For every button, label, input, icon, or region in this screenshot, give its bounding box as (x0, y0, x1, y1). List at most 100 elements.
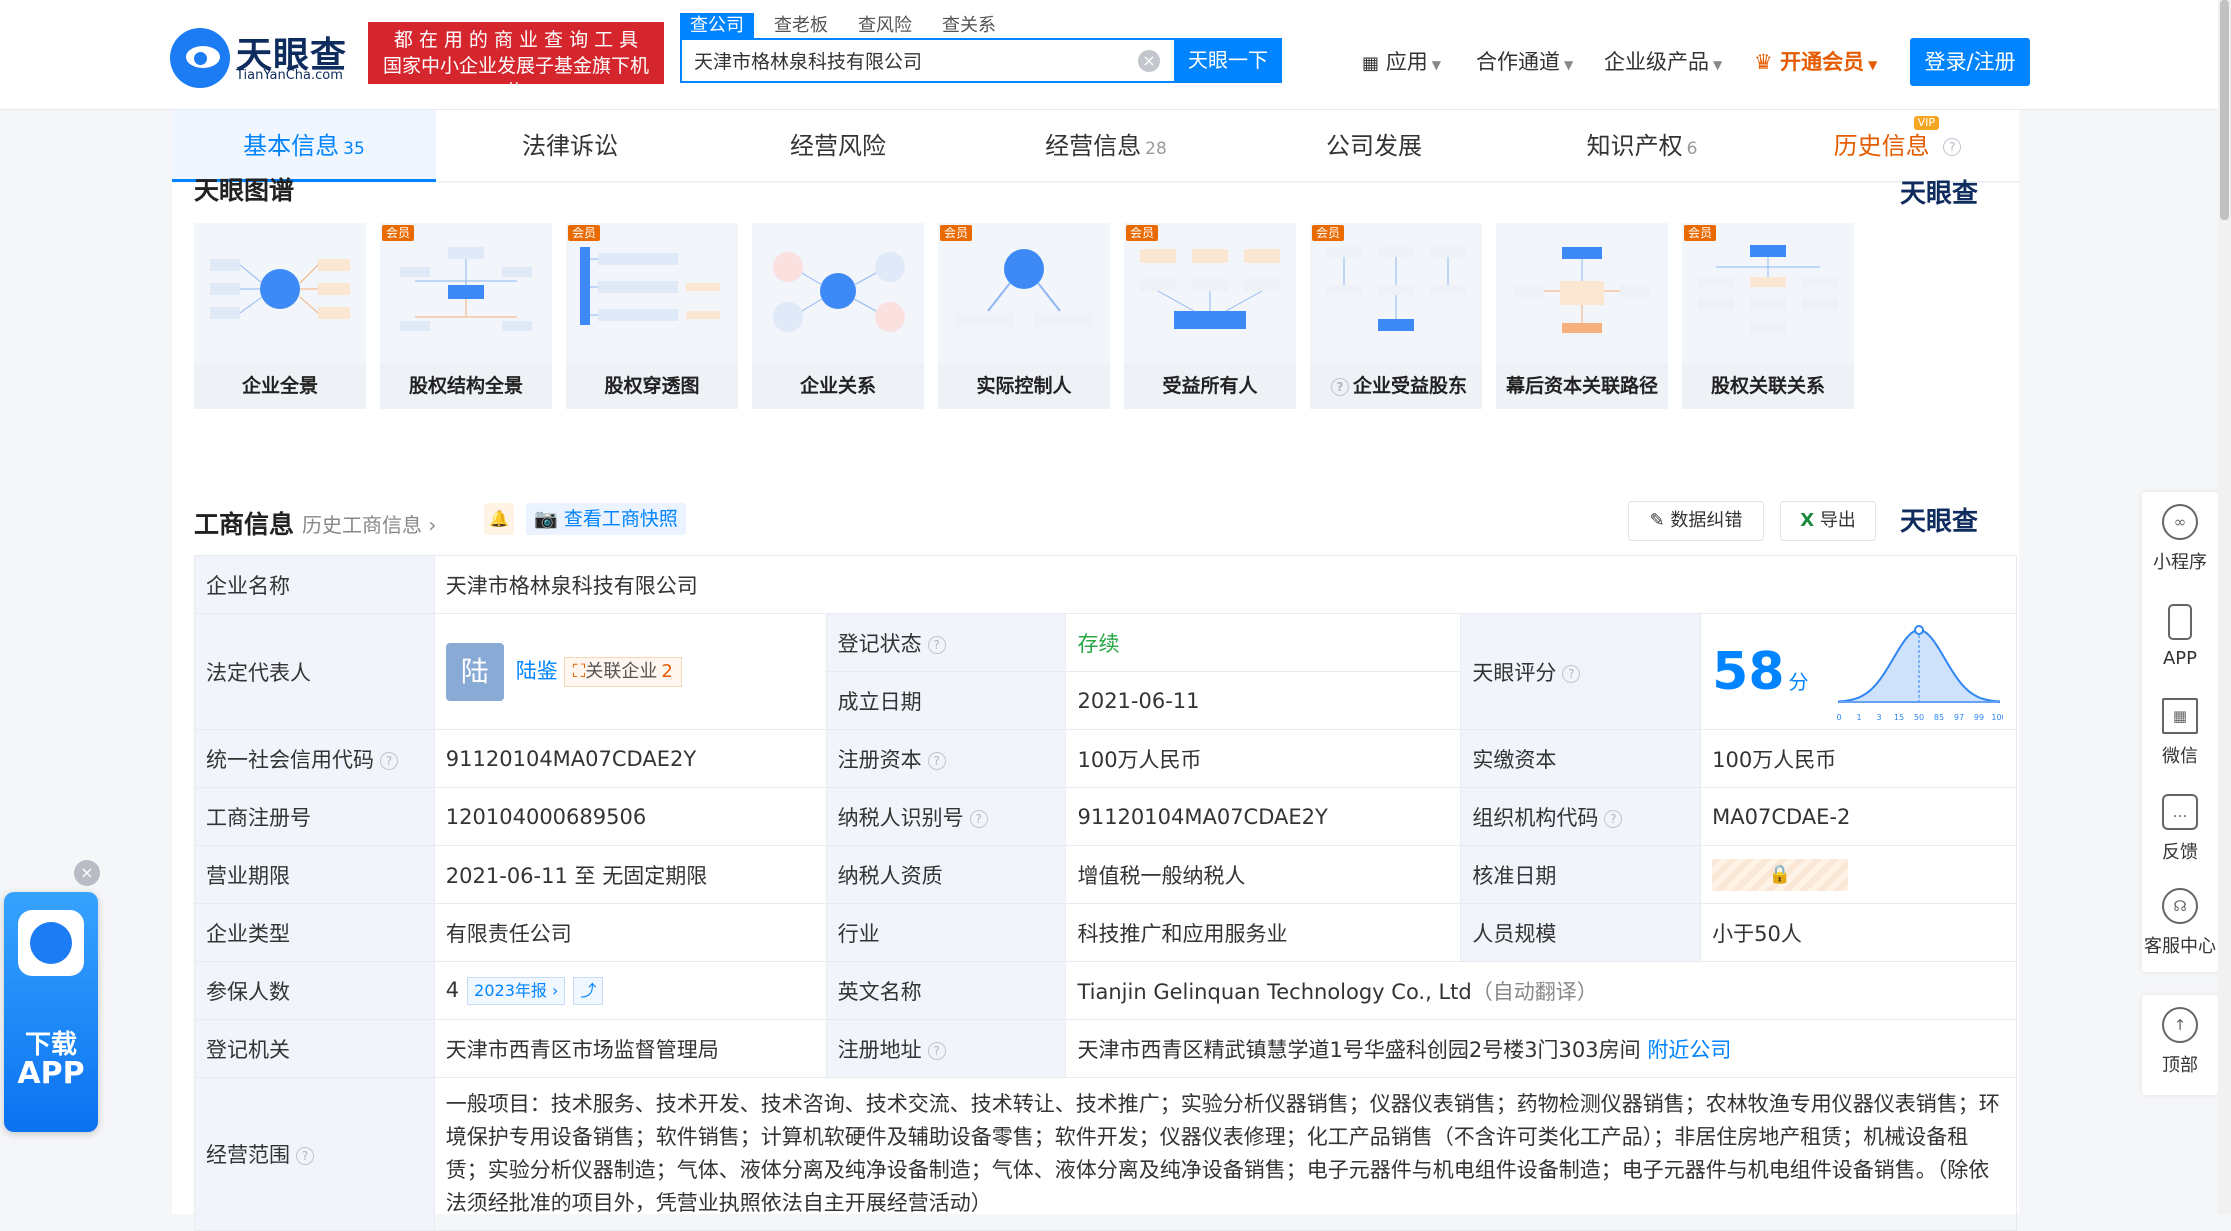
reg-no-key: 工商注册号 (194, 787, 435, 846)
data-correct-button[interactable]: ✎ 数据纠错 (1628, 501, 1764, 541)
chevron-right-icon: › (422, 513, 437, 537)
page-scrollbar[interactable] (2218, 0, 2231, 1214)
tab-operation[interactable]: 经营信息 28 (972, 110, 1240, 182)
crown-icon: ♛ (1754, 50, 1773, 74)
section-title: 工商信息 (194, 510, 295, 539)
industry-key: 行业 (825, 903, 1067, 962)
auto-translate-note: （自动翻译） (1471, 979, 1598, 1004)
tianyancha-watermark: 天眼查 (1900, 179, 1979, 209)
approve-date-key: 核准日期 (1460, 845, 1702, 904)
graph-card-capital-path[interactable]: 幕后资本关联路径 (1496, 223, 1668, 409)
login-button[interactable]: 登录/注册 (1910, 38, 2030, 86)
nav-enterprise-products[interactable]: 企业级产品 ▼ (1604, 46, 1722, 76)
tab-history[interactable]: 历史信息 ? VIP (1776, 110, 2019, 182)
tab-legal[interactable]: 法律诉讼 (436, 110, 704, 182)
graph-card-controller[interactable]: 会员 实际控制人 (938, 223, 1110, 409)
help-icon[interactable]: ? (1604, 809, 1623, 828)
back-to-top-button[interactable]: ↑ 顶部 (2142, 1007, 2218, 1077)
bell-icon[interactable]: 🔔 (484, 503, 514, 535)
help-icon[interactable]: ? (927, 635, 946, 654)
slogan-line-1: 都 在 用 的 商 业 查 询 工 具 (393, 29, 639, 51)
legal-rep-name-link[interactable]: 陆鉴 (516, 659, 558, 683)
download-app-banner[interactable]: 下载 APP (4, 892, 98, 1132)
annual-report-tag[interactable]: 2023年报 › (467, 976, 566, 1005)
history-business-link[interactable]: 历史工商信息 › (302, 509, 436, 538)
avatar[interactable]: 陆 (445, 642, 504, 701)
graph-card-label: 企业关系 (752, 363, 924, 409)
feedback-button[interactable]: … 反馈 (2142, 794, 2218, 864)
graph-card-equity-structure[interactable]: 会员 股权结构全景 (380, 223, 552, 409)
legal-rep-key: 法定代表人 (194, 613, 435, 730)
graph-card-relations[interactable]: 企业关系 (752, 223, 924, 409)
score-cell[interactable]: 58分 0 1 3 15 50 85 97 99 100 (1700, 613, 2017, 730)
tab-label: 公司发展 (1326, 132, 1422, 160)
tab-risk[interactable]: 经营风险 (704, 110, 972, 182)
credit-code-key: 统一社会信用代码? (194, 729, 435, 788)
tab-label: 经营信息 (1045, 132, 1142, 160)
member-badge: 会员 (940, 225, 973, 241)
graph-card-beneficial-shareholder[interactable]: 会员 ? 企业受益股东 (1310, 223, 1482, 409)
correct-label: 数据纠错 (1670, 510, 1743, 531)
graph-card-beneficial-owner[interactable]: 会员 受益所有人 (1124, 223, 1296, 409)
nearby-companies-link[interactable]: 附近公司 (1647, 1038, 1731, 1062)
app-button[interactable]: APP (2142, 604, 2218, 669)
nav-cooperation-label: 合作通道 (1476, 50, 1560, 74)
graph-card-label-text: 企业受益股东 (1352, 375, 1467, 397)
insured-value: 4 (445, 977, 460, 1002)
search-tab-company[interactable]: 查公司 (680, 13, 754, 39)
clear-icon[interactable]: × (1138, 50, 1160, 72)
help-icon[interactable]: ? (380, 751, 398, 770)
tab-development[interactable]: 公司发展 (1240, 110, 1508, 182)
nav-apps[interactable]: ▦ 应用 ▼ (1362, 46, 1441, 76)
english-name-cell: Tianjin Gelinquan Technology Co., Ltd（自动… (1065, 961, 2017, 1020)
export-button[interactable]: X 导出 (1780, 501, 1876, 541)
tianyancha-logo[interactable]: 天眼查 TianYanCha.com (170, 24, 360, 88)
help-icon[interactable]: ? (927, 751, 946, 770)
graph-card-equity-penetration[interactable]: 会员 股权穿透图 (566, 223, 738, 409)
wechat-button[interactable]: ▦ 微信 (2142, 698, 2218, 768)
address-cell: 天津市西青区精武镇慧学道1号华盛科创园2号楼3门303房间 附近公司 (1065, 1019, 2017, 1078)
status-value: 存续 (1065, 613, 1462, 672)
graph-card-label: 幕后资本关联路径 (1496, 363, 1668, 409)
business-info-table: 企业名称 天津市格林泉科技有限公司 法定代表人 陆陆鉴 ⛶关联企业 2 登记状态? … (194, 555, 2018, 1231)
tab-count: 35 (343, 139, 365, 159)
customer-service-button[interactable]: ☊ 客服中心 (2142, 888, 2218, 958)
graph-card-label: 受益所有人 (1124, 363, 1296, 409)
nav-cooperation[interactable]: 合作通道 ▼ (1476, 46, 1573, 76)
english-name-value: Tianjin Gelinquan Technology Co., Ltd (1077, 979, 1472, 1004)
nav-vip[interactable]: ♛ 开通会员 ▼ (1754, 46, 1877, 76)
help-icon[interactable]: ? (927, 1041, 946, 1060)
slogan-banner: 都 在 用 的 商 业 查 询 工 具 国家中小企业发展子基金旗下机构 (368, 22, 664, 103)
search-button[interactable]: 天眼一下 (1174, 38, 1282, 83)
trend-chart-icon[interactable]: ⤴ (573, 976, 604, 1005)
help-icon[interactable]: ? (1562, 664, 1581, 683)
mini-program-icon: ∞ (2162, 504, 2198, 540)
search-tab-relation[interactable]: 查关系 (932, 13, 1006, 39)
lock-icon[interactable]: 🔒 (1712, 858, 1849, 891)
scrollbar-thumb[interactable] (2220, 0, 2229, 220)
tab-count: 6 (1686, 139, 1698, 159)
rocket-icon: ↑ (2162, 1007, 2198, 1043)
member-badge: 会员 (1684, 225, 1717, 241)
relations-diagram-icon (773, 252, 905, 332)
found-date-key: 成立日期 (825, 671, 1067, 730)
headset-icon: ☊ (2162, 888, 2198, 924)
related-label: 关联企业 (585, 660, 658, 682)
tab-label: 法律诉讼 (522, 132, 618, 160)
close-icon[interactable]: × (74, 860, 100, 886)
mini-program-button[interactable]: ∞ 小程序 (2142, 504, 2218, 574)
search-input[interactable] (682, 40, 1122, 80)
graph-card-label: 企业全景 (194, 363, 366, 409)
graph-card-equity-links[interactable]: 会员 股权关联关系 (1682, 223, 1854, 409)
tab-ip[interactable]: 知识产权 6 (1508, 110, 1776, 182)
related-company-tag[interactable]: ⛶关联企业 2 (563, 656, 682, 687)
search-tab-risk[interactable]: 查风险 (848, 13, 922, 39)
equity-links-diagram-icon (1698, 245, 1838, 333)
logo-subtext: TianYanCha.com (236, 68, 343, 83)
help-icon[interactable]: ? (296, 1147, 314, 1165)
search-tab-boss[interactable]: 查老板 (764, 13, 838, 39)
help-icon[interactable]: ? (969, 809, 988, 828)
graph-card-panorama[interactable]: 企业全景 (194, 223, 366, 409)
reg-no-value: 120104000689506 (433, 787, 827, 846)
snapshot-button[interactable]: 📷 查看工商快照 (526, 503, 686, 535)
